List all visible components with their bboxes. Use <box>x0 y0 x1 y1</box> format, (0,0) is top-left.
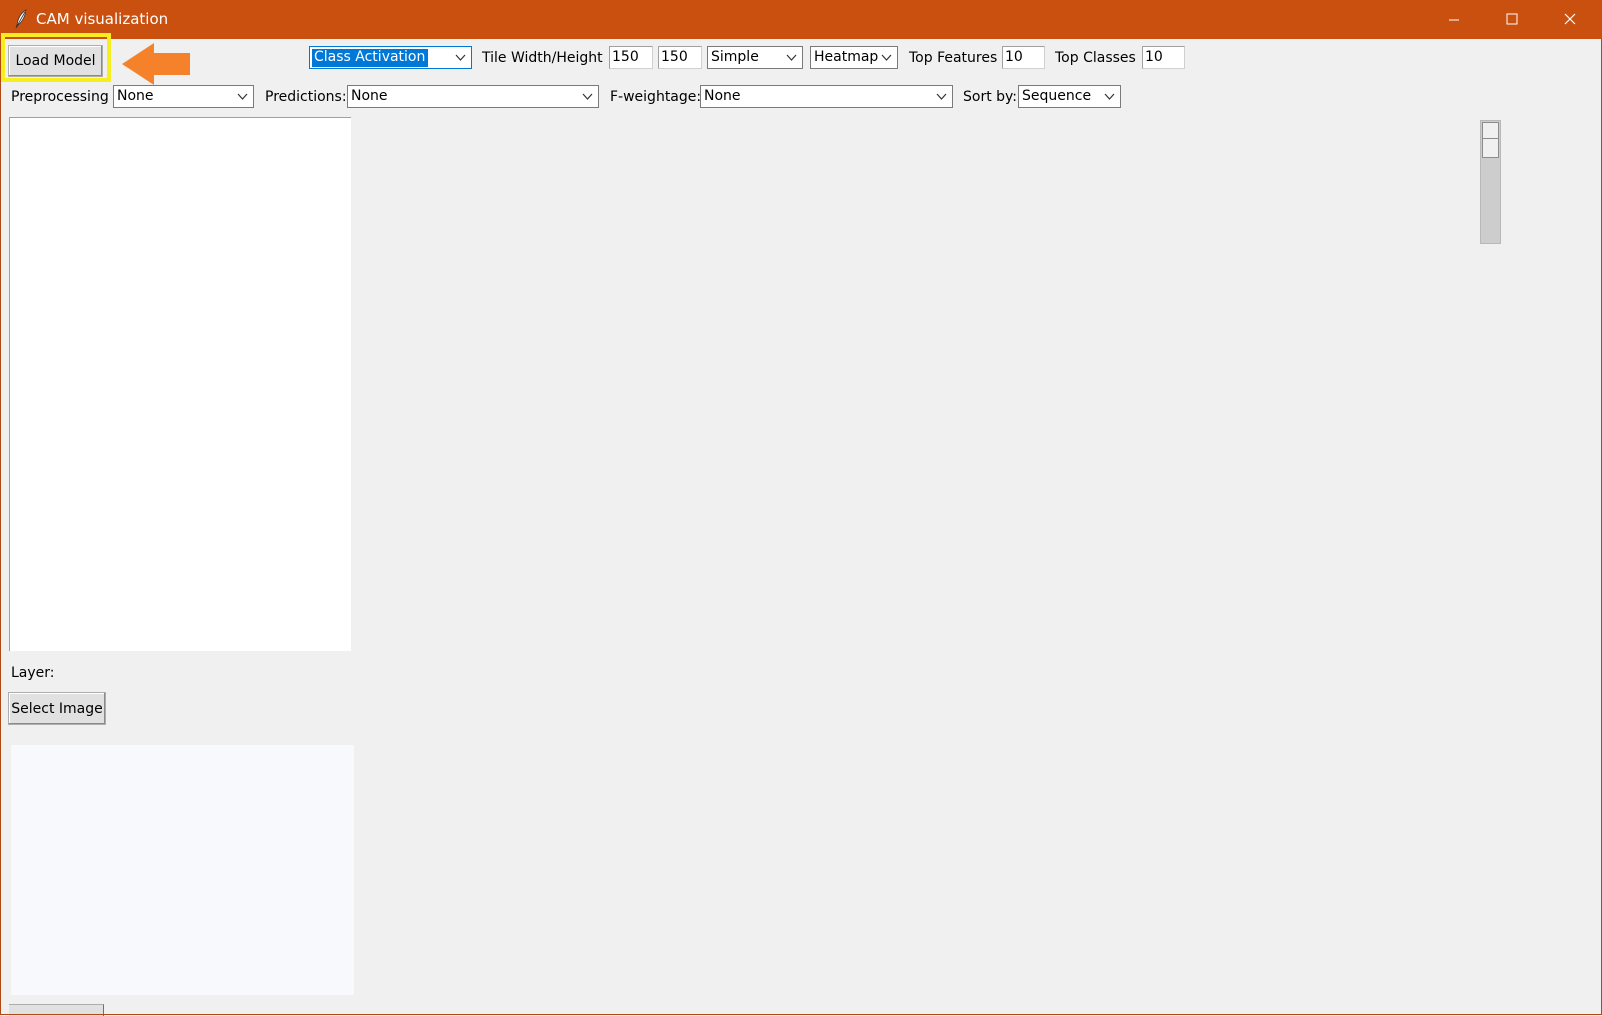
mode-combobox[interactable]: Class Activation <box>309 46 472 69</box>
maximize-button[interactable] <box>1484 0 1542 39</box>
chevron-down-icon <box>455 54 466 61</box>
preprocessing-combobox[interactable]: None <box>113 85 254 108</box>
vertical-scrollbar[interactable] <box>1480 120 1501 244</box>
tile-height-input[interactable]: 150 <box>658 46 702 69</box>
sortby-label: Sort by: <box>963 89 1018 105</box>
fweightage-value: None <box>704 88 741 104</box>
preprocessing-value: None <box>117 88 154 104</box>
sortby-combobox[interactable]: Sequence <box>1018 85 1121 108</box>
title-bar: CAM visualization <box>0 0 1602 39</box>
annotation-arrow-icon <box>122 43 190 85</box>
chevron-down-icon <box>881 54 892 61</box>
scrollbar-thumb[interactable] <box>1482 122 1499 158</box>
mode-value: Class Activation <box>312 49 429 67</box>
preprocessing-label: Preprocessing <box>11 89 109 105</box>
window-title: CAM visualization <box>36 10 169 28</box>
chevron-down-icon <box>237 93 248 100</box>
predictions-label: Predictions: <box>265 89 347 105</box>
layer-listbox[interactable] <box>9 117 351 651</box>
top-features-value: 10 <box>1005 49 1023 65</box>
load-model-button[interactable]: Load Model <box>8 45 103 77</box>
display-combobox[interactable]: Heatmap <box>810 46 898 69</box>
top-classes-label: Top Classes <box>1055 50 1136 66</box>
predictions-value: None <box>351 88 388 104</box>
layer-label: Layer: <box>11 665 55 681</box>
fweightage-combobox[interactable]: None <box>700 85 953 108</box>
style-value: Simple <box>711 49 759 65</box>
feather-icon <box>13 9 29 29</box>
chevron-down-icon <box>936 93 947 100</box>
tile-width-input[interactable]: 150 <box>609 46 653 69</box>
close-icon <box>1564 13 1576 25</box>
chevron-down-icon <box>582 93 593 100</box>
select-image-button[interactable]: Select Image <box>8 692 106 725</box>
tile-size-label: Tile Width/Height <box>482 50 603 66</box>
chevron-down-icon <box>1104 93 1115 100</box>
tile-height-value: 150 <box>661 49 688 65</box>
top-classes-value: 10 <box>1145 49 1163 65</box>
image-preview-panel <box>11 745 354 995</box>
top-features-label: Top Features <box>909 50 998 66</box>
maximize-icon <box>1506 13 1518 25</box>
predictions-combobox[interactable]: None <box>347 85 599 108</box>
top-features-input[interactable]: 10 <box>1002 46 1045 69</box>
display-value: Heatmap <box>814 49 879 65</box>
bottom-button-stub[interactable] <box>9 1004 104 1016</box>
minimize-button[interactable] <box>1426 0 1484 39</box>
top-classes-input[interactable]: 10 <box>1142 46 1185 69</box>
chevron-down-icon <box>786 54 797 61</box>
sortby-value: Sequence <box>1022 88 1092 104</box>
style-combobox[interactable]: Simple <box>707 46 803 69</box>
minimize-icon <box>1449 19 1459 21</box>
tile-width-value: 150 <box>612 49 639 65</box>
fweightage-label: F-weightage: <box>610 89 702 105</box>
close-button[interactable] <box>1542 0 1600 39</box>
